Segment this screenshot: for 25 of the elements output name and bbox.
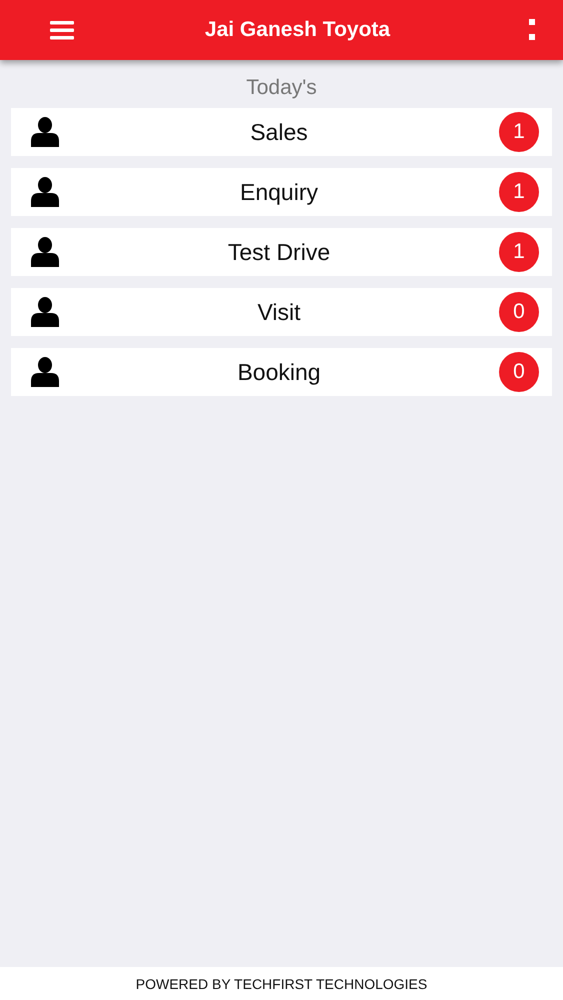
item-label: Booking (236, 358, 322, 386)
item-label: Visit (256, 298, 302, 326)
person-icon (31, 357, 59, 387)
count-badge: 0 (499, 352, 539, 392)
count-badge: 1 (499, 112, 539, 152)
app-title: Jai Ganesh Toyota (204, 18, 392, 42)
person-icon (31, 237, 59, 267)
footer-text: POWERED BY TECHFIRST TECHNOLOGIES (0, 967, 563, 1000)
item-label: Sales (249, 118, 309, 146)
person-icon (31, 177, 59, 207)
count-badge: 1 (499, 172, 539, 212)
person-icon (31, 297, 59, 327)
list-item[interactable]: Sales 1 (11, 108, 552, 156)
list-item[interactable]: Visit 0 (11, 288, 552, 336)
person-icon (31, 117, 59, 147)
section-title: Today's (246, 76, 317, 100)
item-label: Test Drive (226, 238, 332, 266)
menu-icon[interactable] (50, 20, 74, 40)
count-badge: 0 (499, 292, 539, 332)
list-item[interactable]: Booking 0 (11, 348, 552, 396)
item-label: Enquiry (239, 178, 319, 206)
count-badge: 1 (499, 232, 539, 272)
list-item[interactable]: Test Drive 1 (11, 228, 552, 276)
list-item[interactable]: Enquiry 1 (11, 168, 552, 216)
more-options-icon[interactable] (529, 19, 535, 41)
